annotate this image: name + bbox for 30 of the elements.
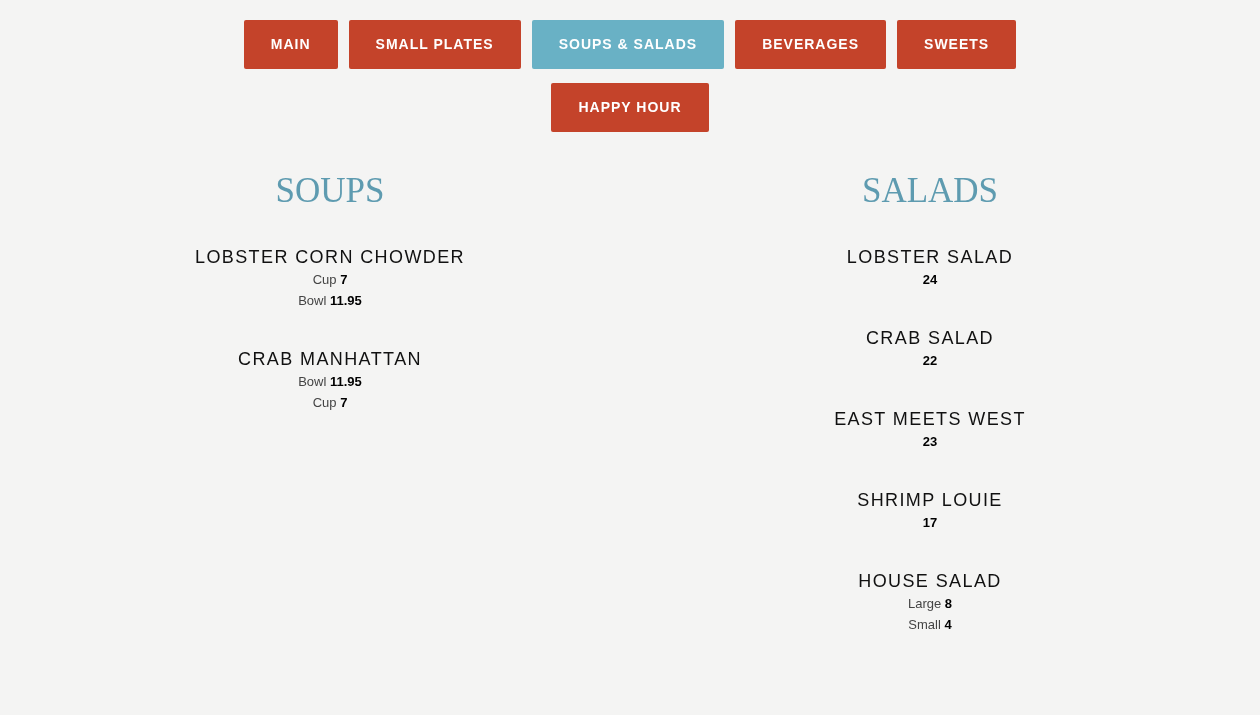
price-text: 7 [340, 272, 348, 287]
size-label: Bowl [298, 293, 327, 308]
size-label: Cup [312, 395, 337, 410]
menu-tab[interactable]: SMALL PLATES [348, 20, 521, 69]
item-name: LOBSTER CORN CHOWDER [194, 246, 466, 268]
size-label: Large [907, 596, 942, 611]
section-heading: SOUPS [274, 170, 386, 212]
size-label: Cup [312, 272, 337, 287]
price-text: 7 [340, 395, 348, 410]
item-name: HOUSE SALAD [857, 570, 1003, 592]
menu-tab[interactable]: BEVERAGES [735, 20, 887, 69]
item-name: EAST MEETS WEST [833, 408, 1027, 430]
price-text: 11.95 [330, 293, 362, 308]
price-text: 24 [922, 272, 938, 287]
item-name: CRAB SALAD [864, 327, 995, 349]
price-text: 11.95 [330, 374, 362, 389]
size-label: Bowl [298, 374, 327, 389]
menu-tab[interactable]: HAPPY HOUR [551, 83, 709, 132]
menu-tab[interactable]: MAIN [243, 20, 338, 69]
section-heading: SALADS [860, 170, 1000, 212]
item-name: CRAB MANHATTAN [237, 348, 423, 370]
price-text: 23 [922, 434, 938, 449]
price-text: 22 [922, 353, 938, 368]
item-name: SHRIMP LOUIE [856, 489, 1004, 511]
size-label: Small [908, 617, 941, 632]
price-text: 4 [944, 617, 952, 632]
price-text: 8 [944, 596, 953, 611]
menu-tab[interactable]: SWEETS [897, 20, 1017, 69]
item-name: LOBSTER SALAD [845, 246, 1015, 268]
price-text: 17 [922, 515, 938, 530]
